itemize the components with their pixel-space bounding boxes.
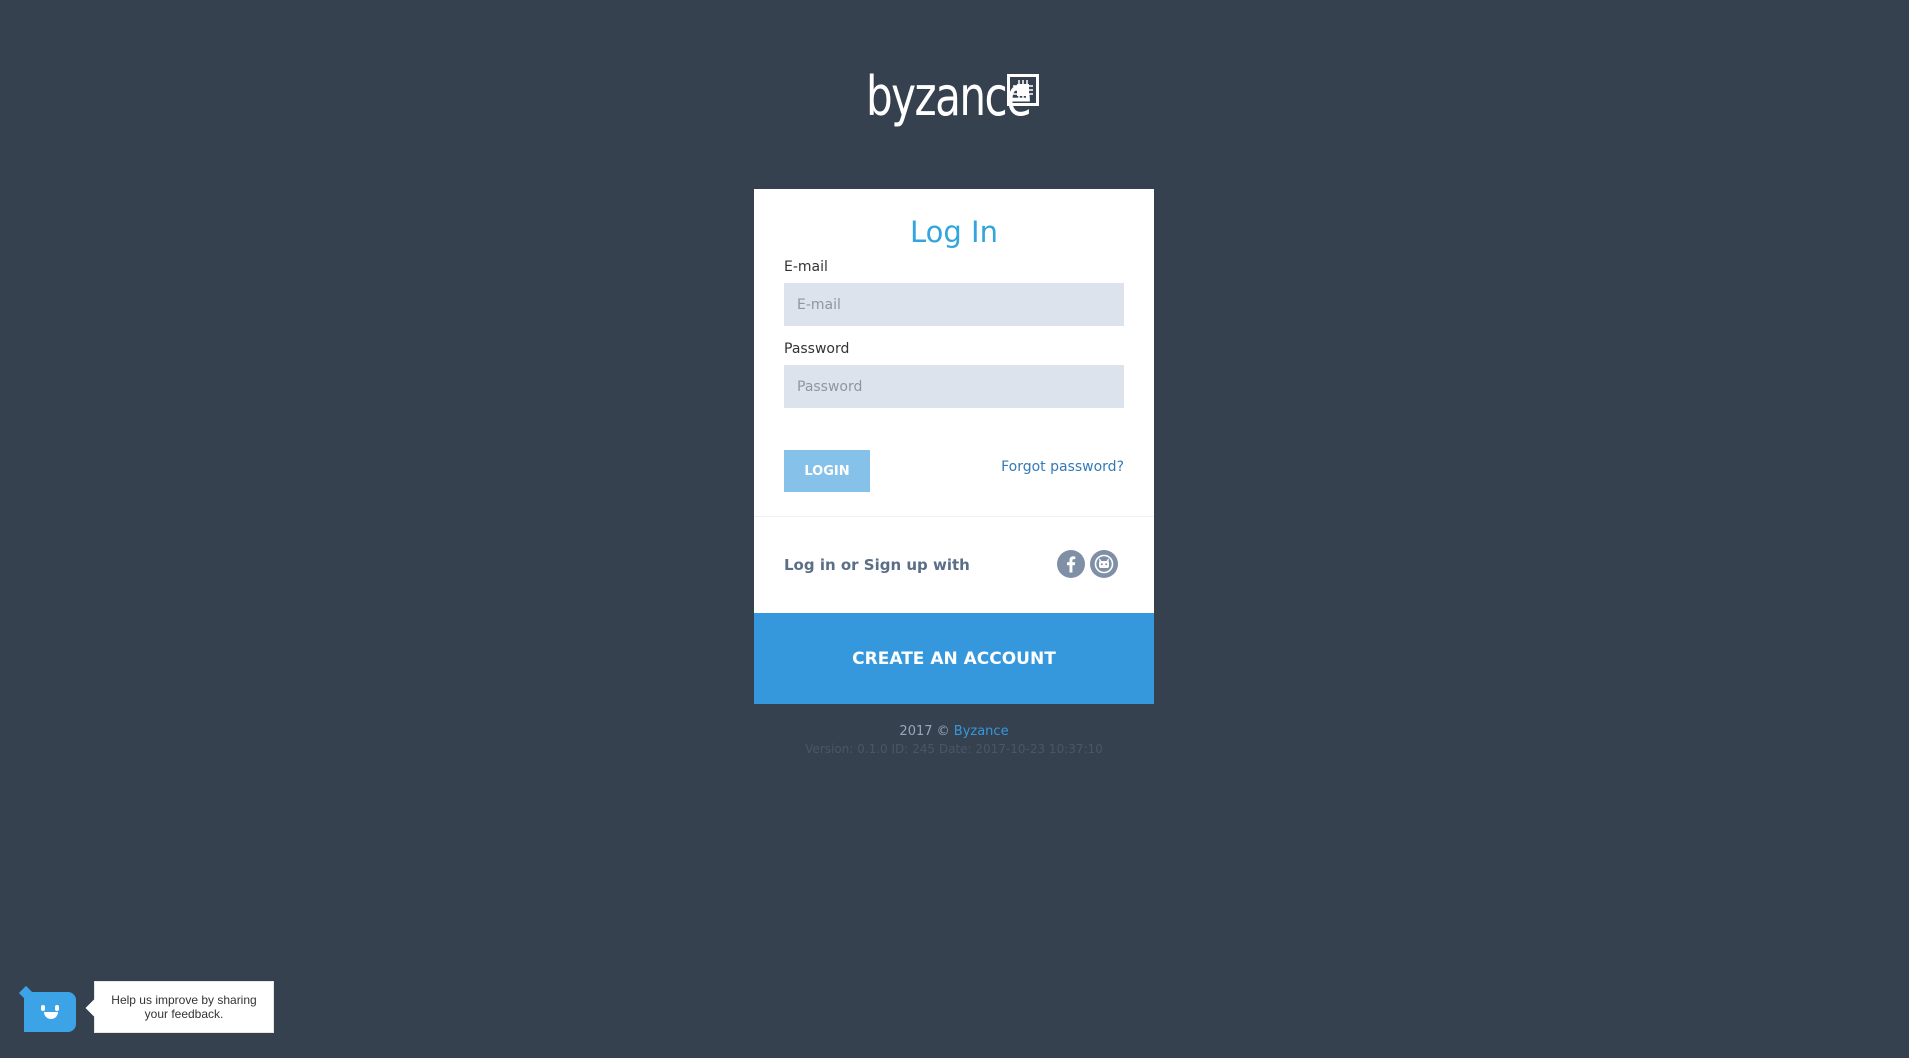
- password-label: Password: [784, 341, 850, 357]
- create-account-button[interactable]: CREATE AN ACCOUNT: [754, 613, 1154, 704]
- forgot-password-link[interactable]: Forgot password?: [1001, 459, 1124, 475]
- email-field[interactable]: [784, 283, 1124, 326]
- facebook-icon[interactable]: [1057, 550, 1085, 578]
- login-card: Log In E-mail Password LOGIN Forgot pass…: [754, 189, 1154, 704]
- copyright-text: 2017 ©: [899, 724, 950, 739]
- brand-logo: byzance: [866, 68, 1041, 130]
- feedback-prompt[interactable]: Help us improve by sharing your feedback…: [94, 981, 274, 1033]
- smiley-eye-left: [41, 1005, 45, 1011]
- divider: [754, 516, 1154, 517]
- smiley-mouth: [44, 1012, 58, 1019]
- social-login-label: Log in or Sign up with: [784, 556, 970, 574]
- github-icon[interactable]: [1090, 550, 1118, 578]
- password-field[interactable]: [784, 365, 1124, 408]
- copyright: 2017 © Byzance: [754, 724, 1154, 739]
- chip-icon: [1007, 74, 1039, 106]
- page-title: Log In: [910, 215, 998, 249]
- feedback-message: Help us improve by sharing your feedback…: [111, 993, 257, 1021]
- login-button[interactable]: LOGIN: [784, 450, 870, 492]
- byzance-link[interactable]: Byzance: [954, 724, 1009, 739]
- version-info: Version: 0.1.0 ID: 245 Date: 2017-10-23 …: [805, 742, 1103, 756]
- logo-text: byzance: [866, 65, 1032, 128]
- email-label: E-mail: [784, 259, 828, 275]
- smiley-icon[interactable]: [24, 992, 76, 1032]
- smiley-eye-right: [55, 1005, 59, 1011]
